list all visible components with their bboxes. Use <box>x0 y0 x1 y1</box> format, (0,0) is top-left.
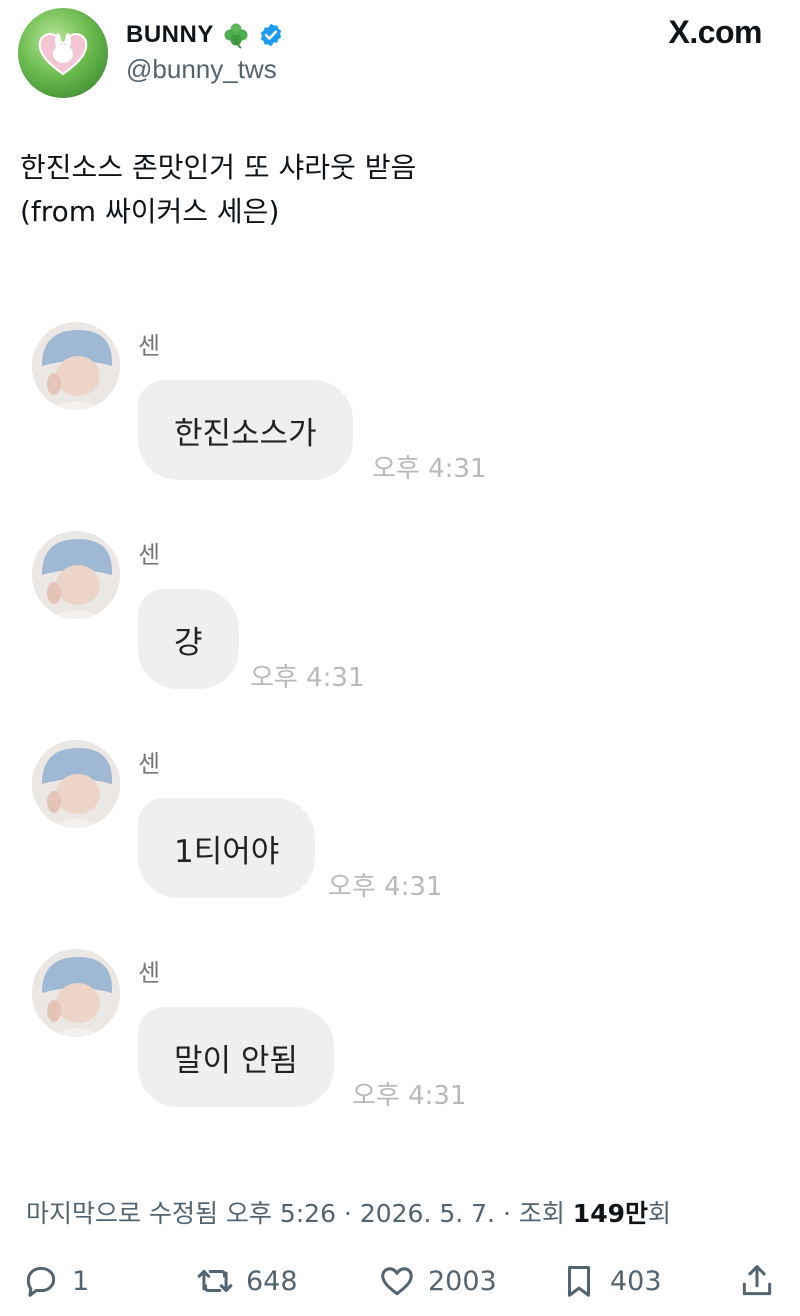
sender-avatar <box>32 322 120 410</box>
tweet-meta: 마지막으로 수정됨 오후 5:26 · 2026. 5. 7. · 조회 149… <box>26 1194 671 1230</box>
tweet-line: (from 싸이커스 세은) <box>20 195 280 228</box>
sender-name: 센 <box>138 959 161 987</box>
chat-message: 센 말이 안됨 오후 4:31 <box>0 927 800 1127</box>
sender-avatar <box>32 531 120 619</box>
message-time: 오후 4:31 <box>250 663 365 693</box>
views-prefix: · 조회 <box>495 1199 573 1228</box>
heart-icon <box>381 1267 413 1296</box>
message-bubble: 한진소스가 <box>138 380 353 480</box>
user-handle[interactable]: @bunny_tws <box>126 54 277 85</box>
chat-message: 센 1티어야 오후 4:31 <box>0 718 800 918</box>
share-button[interactable] <box>738 1262 776 1300</box>
action-bar: 1 648 2003 403 <box>0 1256 800 1308</box>
sender-name: 센 <box>138 750 161 778</box>
repost-icon <box>197 1269 233 1293</box>
tweet-header: BUNNY @bunny_tws X.com <box>0 0 800 110</box>
tweet-body: 한진소스 존맛인거 또 샤라웃 받음 (from 싸이커스 세은) <box>20 146 780 234</box>
chat-screenshot-image: 센 한진소스가 오후 4:31 센 걍 오후 4:31 센 1티어야 오후 4:… <box>0 300 800 1160</box>
reply-icon <box>26 1266 56 1297</box>
sender-avatar <box>32 949 120 1037</box>
bookmark-button[interactable]: 403 <box>560 1262 662 1300</box>
like-count: 2003 <box>428 1265 497 1297</box>
post-date[interactable]: 2026. 5. 7. <box>360 1199 495 1228</box>
bookmark-icon <box>567 1266 591 1297</box>
bookmark-count: 403 <box>610 1265 662 1297</box>
sender-name: 센 <box>138 541 161 569</box>
views-count: 149만 <box>572 1199 648 1228</box>
meta-separator: · <box>335 1199 360 1228</box>
profile-avatar[interactable] <box>18 8 108 98</box>
chat-message: 센 걍 오후 4:31 <box>0 509 800 709</box>
edited-label[interactable]: 마지막으로 수정됨 오후 5:26 <box>26 1199 336 1228</box>
site-logo: X.com <box>668 14 762 50</box>
message-time: 오후 4:31 <box>372 454 487 484</box>
avatar-sticker-image <box>38 33 88 76</box>
clover-icon <box>224 23 248 49</box>
like-button[interactable]: 2003 <box>378 1262 497 1300</box>
verified-badge-icon <box>260 23 282 47</box>
chat-message: 센 한진소스가 오후 4:31 <box>0 300 800 500</box>
tweet-line: 한진소스 존맛인거 또 샤라웃 받음 <box>20 151 417 184</box>
message-bubble: 걍 <box>138 589 239 689</box>
sender-name: 센 <box>138 332 161 360</box>
share-icon <box>742 1265 772 1296</box>
message-bubble: 1티어야 <box>138 798 316 898</box>
display-name[interactable]: BUNNY <box>126 21 214 49</box>
message-bubble: 말이 안됨 <box>138 1007 334 1107</box>
name-row: BUNNY <box>126 18 284 52</box>
sender-avatar <box>32 740 120 828</box>
views-suffix: 회 <box>647 1199 671 1228</box>
reply-count: 1 <box>72 1265 90 1297</box>
message-time: 오후 4:31 <box>328 872 443 902</box>
repost-count: 648 <box>246 1265 298 1297</box>
reply-button[interactable]: 1 <box>22 1262 89 1300</box>
message-time: 오후 4:31 <box>352 1081 467 1111</box>
repost-button[interactable]: 648 <box>196 1262 298 1300</box>
